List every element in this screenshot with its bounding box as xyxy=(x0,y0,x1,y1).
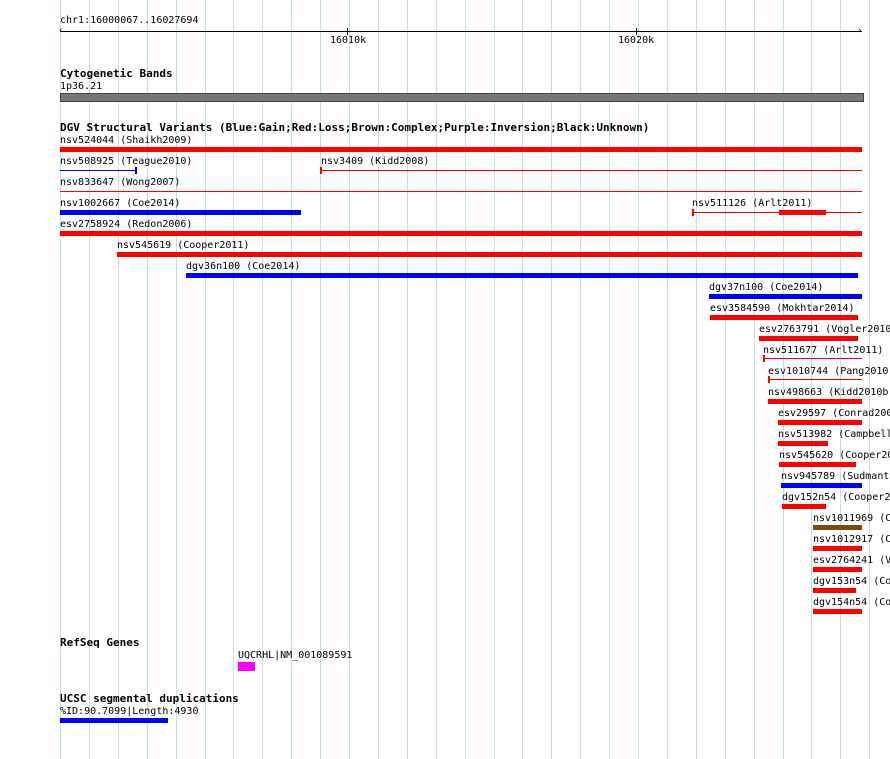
grid-line xyxy=(551,0,552,759)
grid-line xyxy=(436,0,437,759)
grid-line xyxy=(320,0,321,759)
ruler-left-arrow-icon: ‹ xyxy=(58,26,64,36)
feature-label: esv1010744 (Pang2010 xyxy=(768,366,889,377)
feature-label: nsv1002667 (Coe2014) xyxy=(60,198,181,209)
feature-bar[interactable] xyxy=(759,336,858,341)
grid-line xyxy=(176,0,177,759)
feature-bar[interactable] xyxy=(782,504,826,509)
feature-bar[interactable] xyxy=(709,294,862,299)
genome-browser-view[interactable]: chr1:16000067..16027694 ‹ › 16010k 16020… xyxy=(0,0,890,759)
cytoband-label: 1p36.21 xyxy=(60,81,103,92)
grid-line xyxy=(696,0,697,759)
ruler-tick-label: 16010k xyxy=(330,35,367,46)
grid-line xyxy=(522,0,523,759)
feature-bar-end xyxy=(692,209,694,216)
feature-bar[interactable] xyxy=(813,567,862,572)
segdup-label: %ID:90.7099|Length:4930 xyxy=(60,706,199,717)
feature-label: nsv1011969 (C xyxy=(813,513,890,524)
feature-label: nsv545620 (Cooper20 xyxy=(779,450,890,461)
ruler-line xyxy=(60,31,862,32)
feature-bar[interactable] xyxy=(60,191,862,192)
feature-label: esv2764241 (V xyxy=(813,555,890,566)
feature-label: nsv833647 (Wong2007) xyxy=(60,177,181,188)
feature-bar[interactable] xyxy=(779,462,856,467)
grid-line xyxy=(725,0,726,759)
grid-line xyxy=(205,0,206,759)
grid-line xyxy=(754,0,755,759)
feature-label: nsv511126 (Arlt2011) xyxy=(692,198,813,209)
grid-line xyxy=(638,0,639,759)
feature-bar[interactable] xyxy=(813,588,856,593)
grid-line xyxy=(609,0,610,759)
feature-bar[interactable] xyxy=(186,273,858,278)
feature-bar[interactable] xyxy=(321,170,862,171)
feature-bar[interactable] xyxy=(781,483,862,488)
feature-label: nsv524044 (Shaikh2009) xyxy=(60,135,193,146)
feature-bar[interactable] xyxy=(710,315,858,320)
feature-label: nsv945789 (Sudmant2 xyxy=(781,471,890,482)
feature-bar[interactable] xyxy=(769,379,862,380)
feature-label: nsv3409 (Kidd2008) xyxy=(321,156,430,167)
feature-bar[interactable] xyxy=(764,358,862,359)
grid-line xyxy=(580,0,581,759)
feature-label: esv2763791 (Vogler2010 xyxy=(759,324,890,335)
feature-bar[interactable] xyxy=(60,231,862,236)
feature-bar[interactable] xyxy=(768,399,862,404)
feature-bar-end xyxy=(763,355,765,362)
segdup-bar[interactable] xyxy=(60,718,168,723)
feature-bar[interactable] xyxy=(813,546,862,551)
track-title-refseq[interactable]: RefSeq Genes xyxy=(60,637,139,648)
feature-label: nsv498663 (Kidd2010b xyxy=(768,387,889,398)
feature-label: dgv37n100 (Coe2014) xyxy=(709,282,824,293)
grid-line xyxy=(407,0,408,759)
location-label: chr1:16000067..16027694 xyxy=(60,15,199,26)
feature-label: dgv36n100 (Coe2014) xyxy=(186,261,301,272)
grid-line xyxy=(667,0,668,759)
grid-line xyxy=(465,0,466,759)
track-title-segdup[interactable]: UCSC segmental duplications xyxy=(60,693,239,704)
feature-label: nsv545619 (Cooper2011) xyxy=(117,240,250,251)
feature-label: dgv152n54 (Cooper2 xyxy=(782,492,890,503)
feature-bar[interactable] xyxy=(117,252,862,257)
grid-line xyxy=(494,0,495,759)
feature-label: esv29597 (Conrad200 xyxy=(778,408,890,419)
feature-label: nsv508925 (Teague2010) xyxy=(60,156,193,167)
grid-line xyxy=(262,0,263,759)
feature-bar[interactable] xyxy=(60,170,136,171)
grid-line xyxy=(147,0,148,759)
track-title-cytoband[interactable]: Cytogenetic Bands xyxy=(60,68,173,79)
grid-line xyxy=(869,0,870,759)
feature-bar-block[interactable] xyxy=(779,210,826,215)
ruler-tick xyxy=(636,28,637,35)
feature-bar[interactable] xyxy=(813,609,862,614)
feature-label: esv2758924 (Redon2006) xyxy=(60,219,193,230)
feature-label: dgv153n54 (Co xyxy=(813,576,890,587)
ruler-right-arrow-icon: › xyxy=(857,26,863,36)
grid-line xyxy=(349,0,350,759)
feature-bar-end xyxy=(768,376,770,383)
grid-line xyxy=(291,0,292,759)
feature-label: nsv511677 (Arlt2011) xyxy=(763,345,884,356)
feature-label: esv3584590 (Mokhtar2014) xyxy=(710,303,855,314)
feature-bar-end xyxy=(135,167,137,174)
feature-bar[interactable] xyxy=(778,420,862,425)
feature-bar[interactable] xyxy=(60,147,862,152)
gene-label: UQCRHL|NM_001089591 xyxy=(238,650,353,661)
feature-bar[interactable] xyxy=(778,441,828,446)
feature-label: dgv154n54 (Co xyxy=(813,597,890,608)
track-title-dgv[interactable]: DGV Structural Variants (Blue:Gain;Red:L… xyxy=(60,122,649,133)
feature-bar[interactable] xyxy=(813,525,862,530)
feature-label: nsv1012917 (C xyxy=(813,534,890,545)
cytoband-bar[interactable] xyxy=(60,93,864,102)
feature-bar-end xyxy=(320,167,322,174)
feature-label: nsv513982 (Campbell xyxy=(778,429,890,440)
grid-line xyxy=(378,0,379,759)
gene-bar[interactable] xyxy=(238,662,255,671)
feature-bar[interactable] xyxy=(60,210,301,215)
ruler-tick-label: 16020k xyxy=(618,35,655,46)
ruler-tick xyxy=(347,28,348,35)
feature-bar[interactable] xyxy=(693,212,862,213)
grid-line xyxy=(233,0,234,759)
